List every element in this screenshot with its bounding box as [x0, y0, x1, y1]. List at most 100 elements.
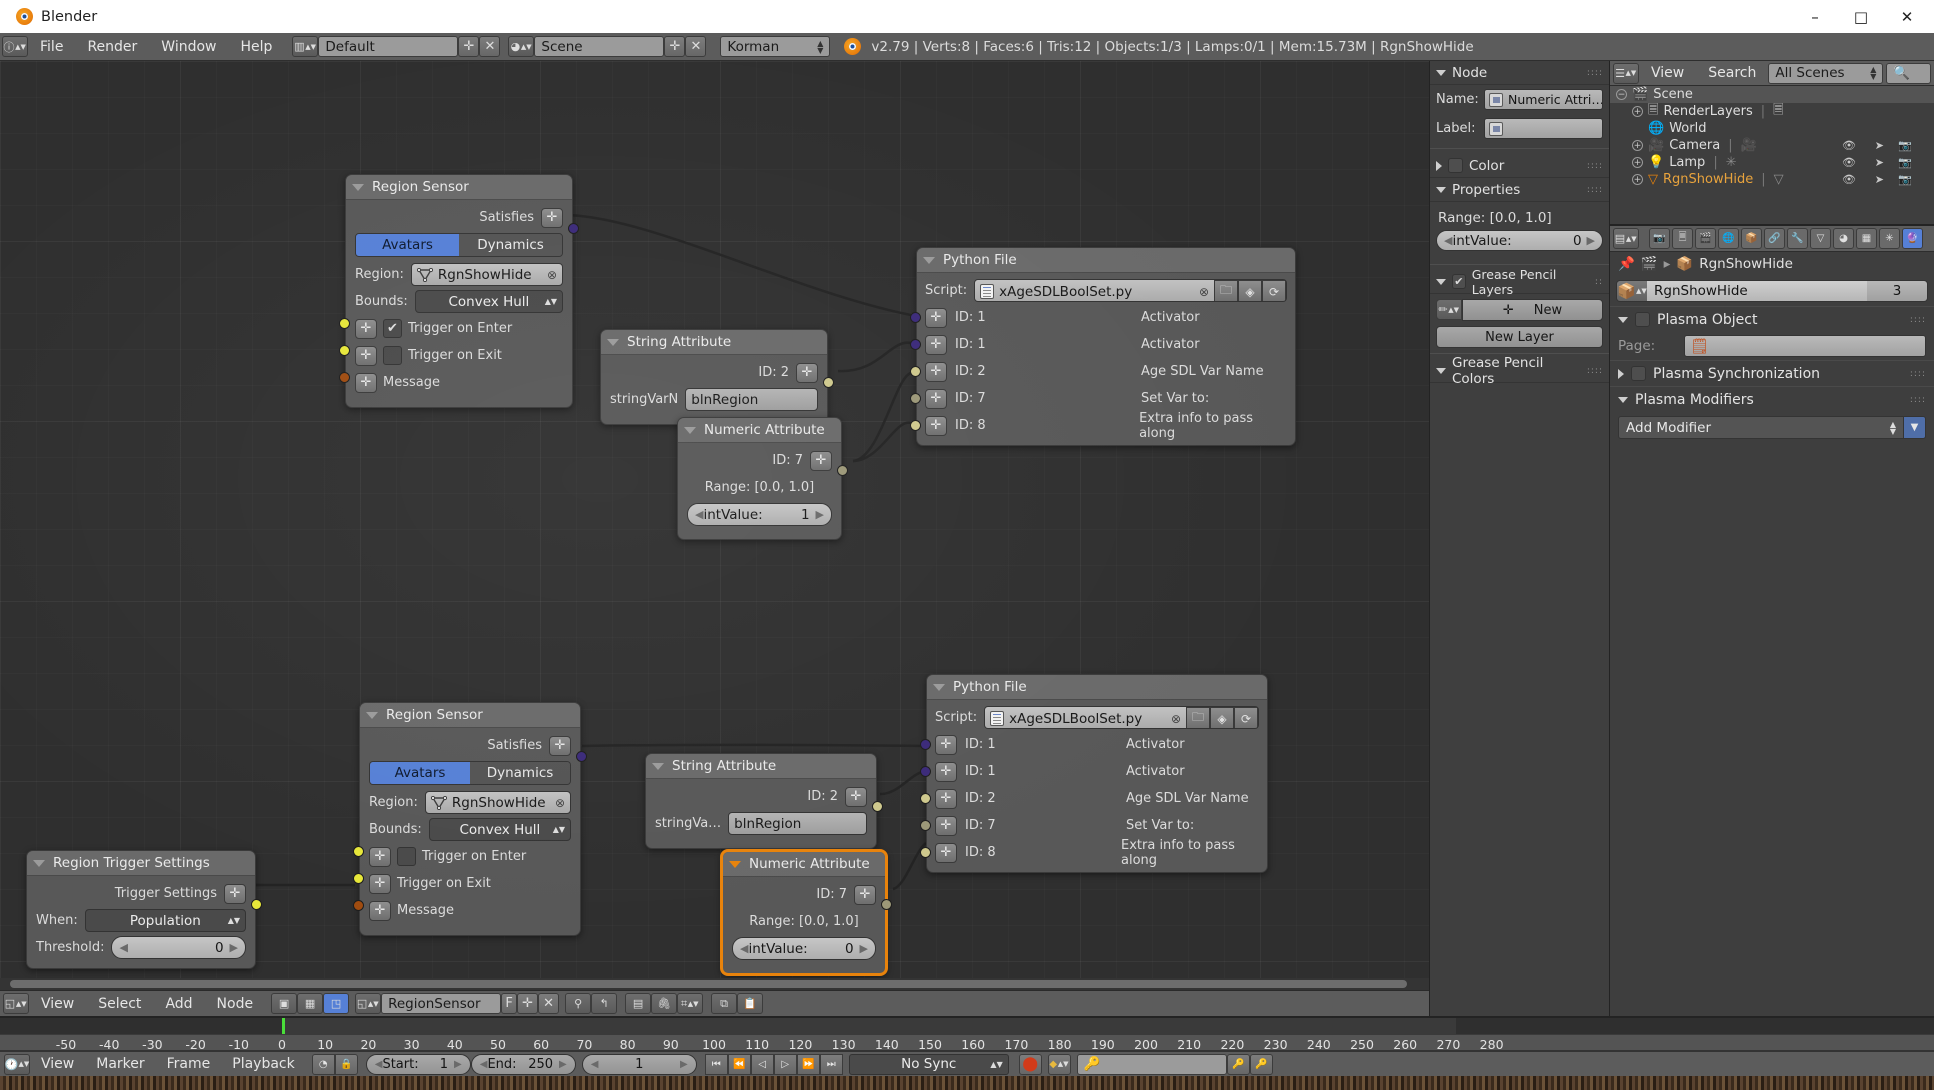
sidebar-intvalue-slider[interactable]: ◀ intValue: 0 ▶ [1436, 230, 1603, 251]
start-frame-field[interactable]: ◀ Start: 1 ▶ [365, 1053, 471, 1075]
node-menu-node[interactable]: Node [205, 993, 266, 1015]
add-param-button[interactable]: ✛ [935, 788, 957, 809]
screen-layout-dropdown[interactable]: Default [318, 36, 459, 57]
node-hscrollbar[interactable] [0, 978, 1429, 990]
tab-texture-icon[interactable]: ▦ [1856, 228, 1877, 249]
jump-end-button[interactable]: ⏭ [819, 1053, 843, 1075]
render-engine-dropdown[interactable]: Korman ▲ ▼ [720, 36, 831, 57]
increment-arrow-icon[interactable]: ▶ [860, 942, 868, 955]
window-maximize-button[interactable]: □ [1838, 0, 1884, 33]
add-trigger-exit-button[interactable]: ✛ [369, 873, 391, 894]
clear-region-icon[interactable]: ⊗ [547, 268, 557, 282]
tab-plasma-object-icon[interactable]: 🔮 [1902, 228, 1923, 249]
outliner-row-scene[interactable]: − 🎬 Scene [1610, 86, 1934, 103]
object-id-block[interactable]: 📦 ▲▼ RgnShowHide 3 [1616, 280, 1928, 302]
collapse-triangle-icon[interactable] [652, 762, 664, 770]
add-socket-button[interactable]: ✛ [541, 207, 563, 228]
tab-world-icon[interactable]: 🌐 [1718, 228, 1739, 249]
end-frame-field[interactable]: ◀ End: 250 ▶ [470, 1053, 576, 1075]
bounds-dropdown[interactable]: Convex Hull ▲▼ [428, 818, 571, 841]
panel-collapse-triangle-icon[interactable] [1618, 368, 1624, 379]
play-reverse-button[interactable]: ◁ [750, 1053, 774, 1075]
script-datablock-field[interactable]: xAgeSDLBoolSet.py ⊗ [985, 707, 1186, 728]
object-datablock-icon[interactable]: 📦 ▲▼ [1617, 281, 1647, 301]
menu-render[interactable]: Render [75, 36, 149, 58]
node-region-sensor-1[interactable]: Region Sensor Satisfies ✛ Avatars Dynami… [339, 174, 579, 408]
panel-gp-colors-header[interactable]: Grease Pencil Colors :::: [1430, 355, 1609, 387]
restrict-view-icon[interactable]: 👁 [1842, 139, 1856, 152]
socket-string-out[interactable] [823, 377, 834, 388]
panel-expand-triangle-icon[interactable] [1436, 186, 1446, 193]
auto-keyframe-button[interactable]: ⬤ [1018, 1053, 1042, 1075]
node-python-file-1[interactable]: Python File Script: xAgeSDLBoolSet.py ⊗ [910, 247, 1296, 446]
decrement-arrow-icon[interactable]: ◀ [119, 941, 127, 954]
outliner-menu-view[interactable]: View [1639, 62, 1696, 84]
socket-param-set-var-to[interactable] [910, 393, 921, 404]
expand-toggle-icon[interactable]: + [1632, 140, 1643, 151]
scene-datablock-icon[interactable]: ◕ ▲▼ [508, 36, 535, 57]
expand-toggle-icon[interactable]: + [1632, 106, 1643, 117]
unlink-script-icon[interactable]: ⊗ [1171, 712, 1181, 726]
socket-message[interactable] [353, 900, 364, 911]
outliner-row-renderlayers[interactable]: + 🗏 RenderLayers | 🗏 [1610, 103, 1934, 120]
add-message-button[interactable]: ✛ [369, 900, 391, 921]
trigger-exit-checkbox[interactable] [383, 346, 402, 365]
shader-nodes-tab-icon[interactable]: ▣ [271, 993, 298, 1014]
string-value-input[interactable]: blnRegion [728, 812, 867, 835]
clear-region-icon[interactable]: ⊗ [555, 796, 565, 810]
toggle-avatars[interactable]: Avatars [370, 762, 470, 784]
node-header[interactable]: Python File [927, 675, 1267, 700]
node-numeric-attribute-2[interactable]: Numeric Attribute ID: 7 ✛ Range: [0.0, 1… [721, 850, 892, 975]
collapse-triangle-icon[interactable] [933, 683, 945, 691]
add-param-button[interactable]: ✛ [935, 842, 957, 863]
tab-constraints-icon[interactable]: 🔗 [1764, 228, 1785, 249]
node-header[interactable]: Region Trigger Settings [27, 851, 255, 876]
node-hscrollbar-thumb[interactable] [10, 980, 1407, 988]
unlink-script-icon[interactable]: ⊗ [1199, 285, 1209, 299]
trigger-enter-checkbox[interactable]: ✔ [383, 319, 402, 338]
node-region-trigger-settings[interactable]: Region Trigger Settings Trigger Settings… [26, 850, 262, 969]
decrement-arrow-icon[interactable]: ◀ [695, 508, 703, 521]
node-header[interactable]: Python File [917, 248, 1295, 273]
scene-dropdown[interactable]: Scene [534, 36, 665, 57]
only-selected-channels-icon[interactable]: ◔ [311, 1053, 335, 1075]
add-socket-button[interactable]: ✛ [549, 735, 571, 756]
tab-render-layers-icon[interactable]: 🗏 [1672, 228, 1693, 249]
add-socket-button[interactable]: ✛ [796, 362, 818, 383]
go-parent-node-tree-icon[interactable]: ↰ [591, 993, 618, 1014]
when-dropdown[interactable]: Population ▲▼ [84, 909, 246, 932]
keying-set-field[interactable]: 🔑 [1076, 1053, 1227, 1075]
panel-drag-handle[interactable]: :::: [1587, 185, 1603, 195]
logic-nodes-tab-icon[interactable]: ◳ [323, 993, 350, 1014]
intvalue-slider[interactable]: ◀ intValue: 1 ▶ [687, 503, 832, 526]
socket-numeric-out[interactable] [881, 899, 892, 910]
outliner-display-mode-dropdown[interactable]: All Scenes ▲ ▼ [1768, 62, 1884, 84]
delete-keyframe-button[interactable]: 🔑 [1249, 1053, 1273, 1075]
node-header[interactable]: Numeric Attribute [723, 852, 885, 877]
node-tree-type-icon[interactable]: ◱ ▲▼ [355, 993, 382, 1014]
panel-expand-triangle-icon[interactable] [1436, 278, 1446, 285]
add-param-button[interactable]: ✛ [935, 734, 957, 755]
node-menu-select[interactable]: Select [86, 993, 153, 1015]
use-backdrop-icon[interactable]: ▤ [625, 993, 652, 1014]
add-scene-button[interactable]: ✛ [664, 36, 686, 57]
increment-arrow-icon[interactable]: ▶ [816, 508, 824, 521]
panel-plasma-object-header[interactable]: Plasma Object :::: [1610, 306, 1934, 332]
panel-drag-handle[interactable]: :: [1595, 277, 1603, 287]
pack-script-button[interactable]: ◈ [1238, 280, 1262, 301]
socket-param-sdl-var-name[interactable] [910, 366, 921, 377]
socket-string-out[interactable] [872, 801, 883, 812]
expand-toggle-icon[interactable]: + [1632, 174, 1643, 185]
add-message-button[interactable]: ✛ [355, 372, 377, 393]
pin-id-icon[interactable]: 📌 [1618, 256, 1635, 272]
socket-param-extra-info[interactable] [910, 420, 921, 431]
toggle-dynamics[interactable]: Dynamics [459, 234, 562, 256]
panel-drag-handle[interactable]: :::: [1910, 369, 1926, 379]
lock-time-icon[interactable]: 🔒 [334, 1053, 358, 1075]
node-header[interactable]: Region Sensor [346, 175, 572, 200]
sync-mode-dropdown[interactable]: No Sync ▲▼ [848, 1053, 1009, 1075]
jump-start-button[interactable]: ⏮ [704, 1053, 728, 1075]
gp-layers-checkbox[interactable]: ✔ [1452, 274, 1466, 289]
toggle-avatars[interactable]: Avatars [356, 234, 459, 256]
node-python-file-2[interactable]: Python File Script: xAgeSDLBoolSet.py ⊗ [920, 674, 1268, 873]
